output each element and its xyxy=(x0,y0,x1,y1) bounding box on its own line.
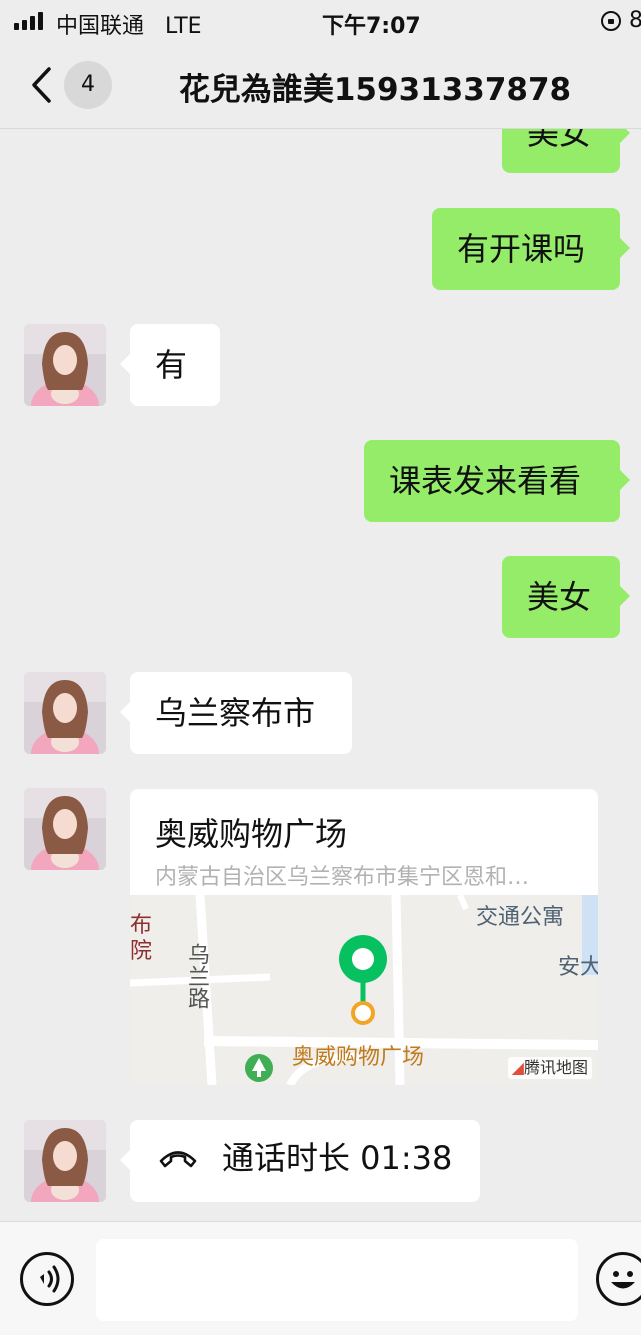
chat-header: 4 花兒為誰美15931337878 xyxy=(0,42,641,129)
map-brand: ◢腾讯地图 xyxy=(507,1057,592,1079)
location-message[interactable]: 奥威购物广场 内蒙古自治区乌兰察布市集宁区恩和… 交通公寓 安大 乌兰路 布 院 xyxy=(130,789,598,1085)
signal-icon xyxy=(14,12,46,30)
voice-icon xyxy=(40,1265,60,1293)
map-label-jiaotong: 交通公寓 xyxy=(476,905,565,930)
voice-input-button[interactable] xyxy=(20,1252,74,1306)
message-text: 有 xyxy=(155,346,188,384)
incoming-message[interactable]: 乌兰察布市 xyxy=(120,672,352,754)
battery-percent: 8 xyxy=(629,8,641,33)
map-pin-icon xyxy=(339,935,387,1025)
rotation-lock-icon xyxy=(601,11,621,31)
outgoing-message[interactable]: 美女 xyxy=(502,556,630,638)
call-record-message[interactable]: 通话时长 01:38 xyxy=(120,1120,480,1202)
message-input[interactable] xyxy=(96,1239,578,1321)
back-chevron-icon[interactable] xyxy=(30,66,52,104)
chat-title: 花兒為誰美15931337878 xyxy=(178,72,572,108)
network-type: LTE xyxy=(165,14,202,39)
call-duration: 通话时长 01:38 xyxy=(222,1139,453,1177)
message-list[interactable]: 美女 有开课吗 有 课表发来看看 美女 乌兰察布市 奥威购物广场 内蒙古自治区乌… xyxy=(0,129,641,1221)
carrier-label: 中国联通 LTE xyxy=(56,8,202,40)
input-bar xyxy=(0,1221,641,1335)
clock: 下午7:07 xyxy=(322,14,421,39)
location-name: 奥威购物广场 xyxy=(155,815,348,853)
map-label-yuan: 院 xyxy=(130,939,153,964)
message-text: 乌兰察布市 xyxy=(155,694,316,732)
location-address: 内蒙古自治区乌兰察布市集宁区恩和… xyxy=(155,865,530,890)
contact-avatar[interactable] xyxy=(24,1120,106,1202)
outgoing-message[interactable]: 美女 xyxy=(502,129,630,173)
map-label-wulan-road: 乌兰路 xyxy=(184,943,209,1009)
map-brand-text: 腾讯地图 xyxy=(523,1058,588,1077)
message-text: 有开课吗 xyxy=(457,230,586,268)
phone-hangup-icon xyxy=(159,1151,197,1168)
incoming-message[interactable]: 有 xyxy=(120,324,220,406)
status-bar: 中国联通 LTE 下午7:07 8 xyxy=(0,0,641,42)
message-text: 课表发来看看 xyxy=(389,462,582,500)
park-icon xyxy=(245,1054,273,1082)
map-label-anda: 安大 xyxy=(558,955,598,980)
location-map[interactable]: 交通公寓 安大 乌兰路 布 院 奥威购物广场 ◢腾讯地图 xyxy=(130,895,598,1085)
compass-icon: ◢ xyxy=(511,1058,524,1077)
outgoing-message[interactable]: 有开课吗 xyxy=(432,208,630,290)
unread-badge[interactable]: 4 xyxy=(64,61,112,109)
message-text: 美女 xyxy=(527,578,592,616)
contact-avatar[interactable] xyxy=(24,324,106,406)
message-text: 美女 xyxy=(527,129,592,152)
map-pin-label: 奥威购物广场 xyxy=(292,1045,425,1070)
emoji-icon xyxy=(611,1271,635,1289)
emoji-button[interactable] xyxy=(596,1252,641,1306)
contact-avatar[interactable] xyxy=(24,788,106,870)
carrier-name: 中国联通 xyxy=(56,14,145,39)
contact-avatar[interactable] xyxy=(24,672,106,754)
outgoing-message[interactable]: 课表发来看看 xyxy=(364,440,630,522)
